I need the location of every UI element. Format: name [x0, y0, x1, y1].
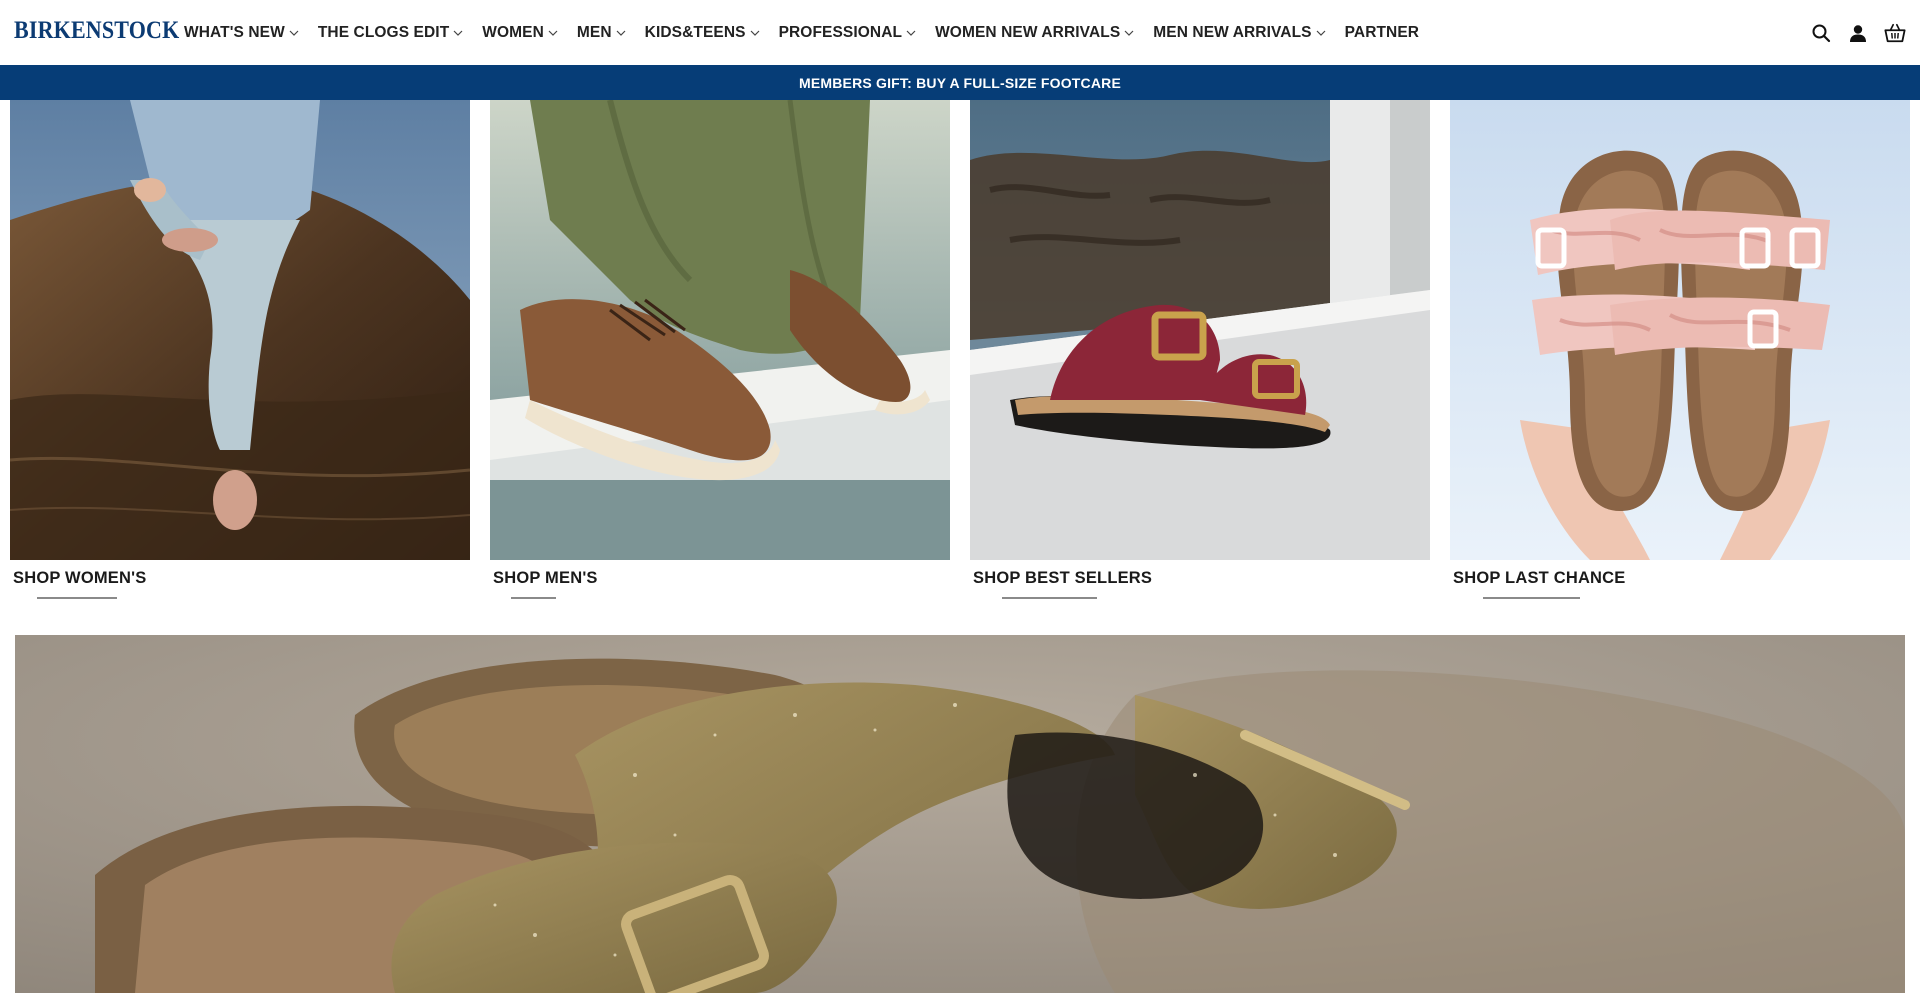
- chevron-down-icon: [1124, 30, 1134, 36]
- cart-icon[interactable]: [1884, 22, 1906, 44]
- nav-label: WHAT'S NEW: [184, 23, 285, 41]
- nav-item-men[interactable]: MEN: [577, 24, 627, 42]
- nav-label: PARTNER: [1344, 23, 1420, 41]
- nav-item-professional[interactable]: PROFESSIONAL: [779, 24, 918, 42]
- nav-item-clogs-edit[interactable]: THE CLOGS EDIT: [318, 24, 464, 42]
- nav-item-partner[interactable]: PARTNER: [1345, 24, 1419, 42]
- category-image-men[interactable]: [490, 100, 950, 560]
- link-underline: [1483, 597, 1580, 599]
- header-actions: [1795, 0, 1920, 65]
- link-underline: [511, 597, 556, 599]
- chevron-down-icon: [750, 30, 759, 36]
- main-nav: WHAT'S NEW THE CLOGS EDIT WOMEN MEN KIDS…: [184, 0, 1437, 65]
- nav-item-kids-teens[interactable]: KIDS&TEENS: [645, 24, 761, 42]
- site-header: BIRKENSTOCK WHAT'S NEW THE CLOGS EDIT WO…: [0, 0, 1920, 65]
- nav-item-women[interactable]: WOMEN: [482, 24, 559, 42]
- nav-item-women-new-arrivals[interactable]: WOMEN NEW ARRIVALS: [935, 24, 1135, 42]
- nav-label: KIDS&TEENS: [644, 23, 746, 41]
- shop-best-sellers-link[interactable]: SHOP BEST SELLERS: [973, 569, 1152, 588]
- nav-label: WOMEN: [482, 23, 544, 41]
- search-icon[interactable]: [1810, 22, 1832, 44]
- nav-label: THE CLOGS EDIT: [317, 23, 450, 41]
- shop-womens-link[interactable]: SHOP WOMEN'S: [13, 569, 146, 588]
- chevron-down-icon: [453, 30, 463, 36]
- category-image-women[interactable]: [10, 100, 470, 560]
- hero-banner[interactable]: [15, 635, 1905, 993]
- brand-logo[interactable]: BIRKENSTOCK: [14, 17, 179, 45]
- pink-marble-sandals-image: [1450, 100, 1910, 560]
- shop-last-chance-link[interactable]: SHOP LAST CHANCE: [1453, 569, 1626, 588]
- promo-banner[interactable]: MEMBERS GIFT: BUY A FULL-SIZE FOOTCARE: [0, 65, 1920, 100]
- woman-on-rocks-image: [10, 100, 470, 560]
- chevron-down-icon: [548, 30, 558, 36]
- link-underline: [1002, 597, 1097, 599]
- nav-item-men-new-arrivals[interactable]: MEN NEW ARRIVALS: [1153, 24, 1326, 42]
- chevron-down-icon: [289, 30, 299, 36]
- link-underline: [37, 597, 117, 599]
- category-image-best-sellers[interactable]: [970, 100, 1430, 560]
- shop-mens-link[interactable]: SHOP MEN'S: [493, 569, 598, 588]
- glitter-suede-sandals-image: [15, 635, 1905, 993]
- category-image-last-chance[interactable]: [1450, 100, 1910, 560]
- nav-label: MEN NEW ARRIVALS: [1153, 23, 1312, 41]
- chevron-down-icon: [1316, 30, 1326, 36]
- chevron-down-icon: [906, 30, 916, 36]
- men-suede-sneaker-image: [490, 100, 950, 560]
- account-icon[interactable]: [1847, 22, 1869, 44]
- nav-label: PROFESSIONAL: [778, 23, 903, 41]
- nav-label: MEN: [576, 23, 612, 41]
- chevron-down-icon: [616, 30, 626, 36]
- nav-item-whats-new[interactable]: WHAT'S NEW: [184, 24, 300, 42]
- arizona-sandal-image: [970, 100, 1430, 560]
- nav-label: WOMEN NEW ARRIVALS: [935, 23, 1121, 41]
